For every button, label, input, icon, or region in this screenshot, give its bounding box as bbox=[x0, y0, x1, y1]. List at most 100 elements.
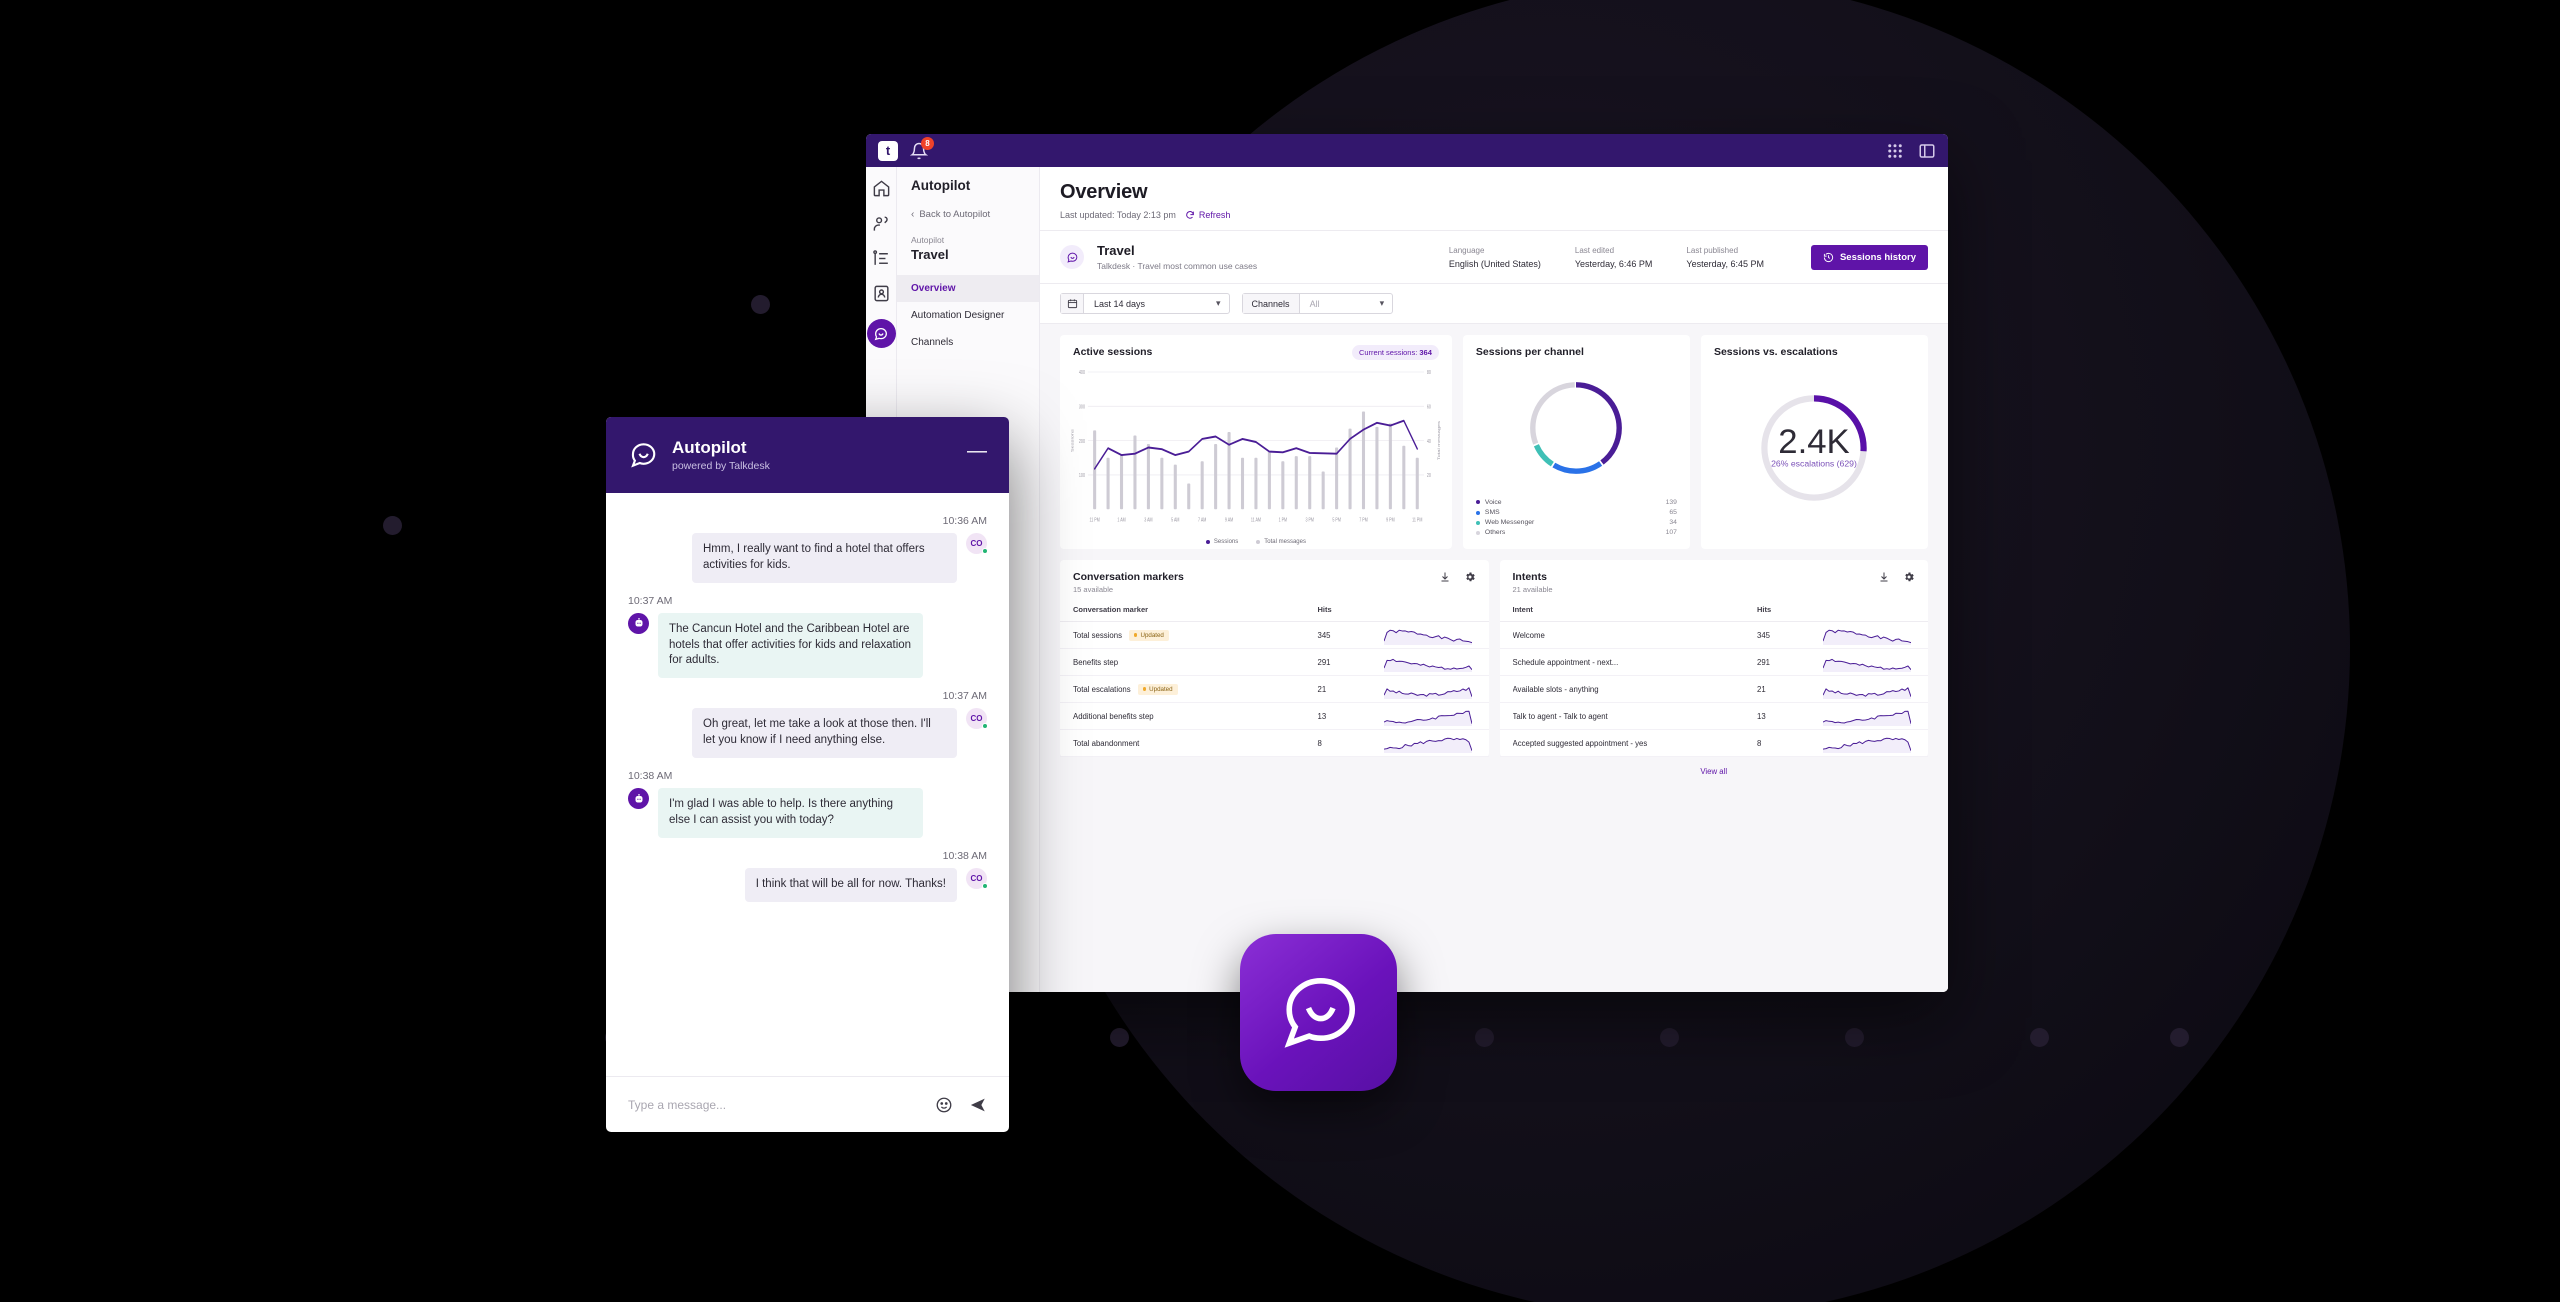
meta-last-published-label: Last published bbox=[1686, 245, 1739, 255]
bot-avatar bbox=[1060, 245, 1084, 269]
svg-text:3 PM: 3 PM bbox=[1305, 517, 1314, 524]
chat-header: Autopilot powered by Talkdesk — bbox=[606, 417, 1009, 493]
legend-row-others: Others 107 bbox=[1475, 528, 1677, 538]
menu-icon[interactable] bbox=[1918, 142, 1936, 160]
message-bubble: I think that will be all for now. Thanks… bbox=[744, 867, 957, 902]
presence-indicator bbox=[982, 882, 988, 889]
svg-text:7 AM: 7 AM bbox=[1198, 517, 1206, 524]
table-row[interactable]: Total sessions Updated 345 bbox=[1060, 622, 1489, 649]
sidebar-bot-name: Travel bbox=[911, 247, 949, 262]
markers-title: Conversation markers bbox=[1073, 571, 1184, 583]
download-icon[interactable] bbox=[1439, 571, 1451, 583]
marker-name: Total sessions Updated bbox=[1073, 629, 1318, 641]
avatar: CO bbox=[966, 533, 988, 554]
agents-icon[interactable] bbox=[872, 214, 891, 233]
date-range-picker[interactable]: Last 14 days ▾ bbox=[1060, 293, 1230, 314]
table-row[interactable]: Talk to agent - Talk to agent 13 bbox=[1499, 703, 1928, 730]
intents-col-hits: Hits bbox=[1757, 605, 1772, 614]
apps-icon[interactable] bbox=[1886, 142, 1904, 160]
refresh-button[interactable]: Refresh bbox=[1185, 210, 1230, 220]
table-row[interactable]: Welcome 345 bbox=[1499, 622, 1928, 649]
screen: t 8 Autopilot ‹ Back to Autopilot Autopi… bbox=[0, 0, 2560, 1302]
legend-total-messages: Total messages bbox=[1256, 539, 1306, 545]
download-icon[interactable] bbox=[1878, 571, 1890, 583]
row-hits: 21 bbox=[1317, 684, 1327, 694]
bot-summary-card: Travel Talkdesk · Travel most common use… bbox=[1040, 230, 1948, 284]
table-row[interactable]: Additional benefits step 13 bbox=[1060, 703, 1489, 730]
meta-last-edited-value: Yesterday, 6:46 PM bbox=[1574, 258, 1653, 269]
decor-dot bbox=[1475, 1028, 1494, 1047]
autopilot-app-icon[interactable] bbox=[1240, 934, 1397, 1091]
table-row[interactable]: Total escalations Updated 21 bbox=[1060, 676, 1489, 703]
bot-avatar bbox=[628, 612, 649, 634]
sidebar-item-automation-designer[interactable]: Automation Designer bbox=[897, 302, 1039, 329]
back-to-autopilot-link[interactable]: ‹ Back to Autopilot bbox=[897, 209, 1039, 235]
svg-text:80: 80 bbox=[1427, 370, 1431, 377]
sessions-history-button[interactable]: Sessions history bbox=[1810, 244, 1928, 270]
row-sparkline bbox=[1823, 707, 1915, 726]
bot-name: Travel bbox=[1097, 243, 1135, 258]
back-link-label: Back to Autopilot bbox=[919, 209, 991, 220]
sidebar-item-autopilot[interactable] bbox=[866, 319, 896, 348]
table-row[interactable]: Total abandonment 8 bbox=[1060, 730, 1489, 757]
emoji-icon[interactable] bbox=[935, 1096, 953, 1114]
table-row[interactable]: Benefits step 291 bbox=[1060, 649, 1489, 676]
legend-row-sms: SMS 65 bbox=[1475, 507, 1677, 517]
markers-col-trend bbox=[1384, 605, 1476, 614]
chat-input-bar bbox=[606, 1076, 1009, 1132]
svg-text:3 AM: 3 AM bbox=[1144, 517, 1152, 524]
channels-filter-value: All bbox=[1309, 298, 1320, 309]
sessions-per-channel-legend: Voice 139 SMS 65 Web Messenger 34 Others… bbox=[1475, 497, 1677, 538]
channels-filter-label: Channels bbox=[1242, 294, 1300, 313]
chat-bubble-icon bbox=[1284, 977, 1355, 1048]
send-icon[interactable] bbox=[969, 1096, 987, 1114]
meta-last-edited: Last edited Yesterday, 6:46 PM bbox=[1575, 246, 1653, 269]
sessions-vs-escalations-card: Sessions vs. escalations 2.4K 26% escala… bbox=[1700, 335, 1928, 549]
chat-message-input[interactable] bbox=[628, 1097, 919, 1112]
escalations-center-sub: 26% escalations (629) bbox=[1772, 459, 1858, 469]
sessions-per-channel-donut bbox=[1530, 381, 1623, 474]
message-timestamp: 10:38 AM bbox=[942, 849, 987, 862]
marker-name: Additional benefits step bbox=[1073, 712, 1318, 721]
message-bubble: Oh great, let me take a look at those th… bbox=[692, 708, 957, 759]
channels-filter[interactable]: Channels All ▾ bbox=[1241, 293, 1394, 314]
meta-language-value: English (United States) bbox=[1448, 258, 1541, 269]
legend-row-voice: Voice 139 bbox=[1475, 497, 1677, 507]
table-row[interactable]: Available slots - anything 21 bbox=[1499, 676, 1928, 703]
row-hits: 8 bbox=[1757, 738, 1762, 748]
active-sessions-chart: 100 200 300 400 20 40 60 80 11 PM 1 AM 3 AM 5 AM 7 A… bbox=[1070, 370, 1442, 524]
sidebar-item-channels[interactable]: Channels bbox=[897, 329, 1039, 356]
gear-icon[interactable] bbox=[1903, 571, 1915, 583]
view-all-button[interactable]: View all bbox=[1500, 757, 1929, 786]
row-sparkline bbox=[1823, 653, 1915, 672]
avatar: CO bbox=[966, 708, 988, 730]
dashboard-content: Active sessions Current sessions: 364 10… bbox=[1040, 324, 1948, 992]
decor-dot bbox=[1660, 1028, 1679, 1047]
contacts-icon[interactable] bbox=[872, 284, 891, 303]
table-row[interactable]: Accepted suggested appointment - yes 8 bbox=[1499, 730, 1928, 757]
svg-text:Total messages: Total messages bbox=[1437, 420, 1442, 460]
refresh-icon bbox=[1186, 211, 1194, 219]
talkdesk-logo-icon[interactable]: t bbox=[878, 140, 898, 161]
sessions-per-channel-title: Sessions per channel bbox=[1475, 346, 1584, 358]
notifications-button[interactable]: 8 bbox=[910, 136, 934, 160]
gear-icon[interactable] bbox=[1464, 571, 1476, 583]
legend-dot-web-messenger bbox=[1475, 520, 1480, 525]
intent-name: Available slots - anything bbox=[1513, 685, 1758, 694]
sidebar-item-overview[interactable]: Overview bbox=[897, 275, 1039, 302]
home-icon[interactable] bbox=[872, 179, 891, 198]
flows-icon[interactable] bbox=[872, 249, 891, 268]
decor-dot bbox=[2170, 1028, 2189, 1047]
table-row[interactable]: Schedule appointment - next... 291 bbox=[1499, 649, 1928, 676]
minimize-button[interactable]: — bbox=[967, 441, 987, 469]
legend-label-web-messenger: Web Messenger bbox=[1484, 519, 1535, 527]
marker-name: Total abandonment bbox=[1073, 739, 1318, 748]
meta-last-edited-label: Last edited bbox=[1574, 245, 1615, 255]
row-sparkline bbox=[1383, 680, 1476, 699]
message-timestamp: 10:37 AM bbox=[942, 690, 987, 703]
chat-widget: Autopilot powered by Talkdesk — 10:36 AM… bbox=[606, 417, 1009, 1132]
calendar-icon bbox=[1067, 299, 1077, 309]
user-message: Oh great, let me take a look at those th… bbox=[628, 708, 988, 759]
page-title: Overview bbox=[1060, 181, 1148, 203]
presence-indicator bbox=[982, 548, 988, 554]
